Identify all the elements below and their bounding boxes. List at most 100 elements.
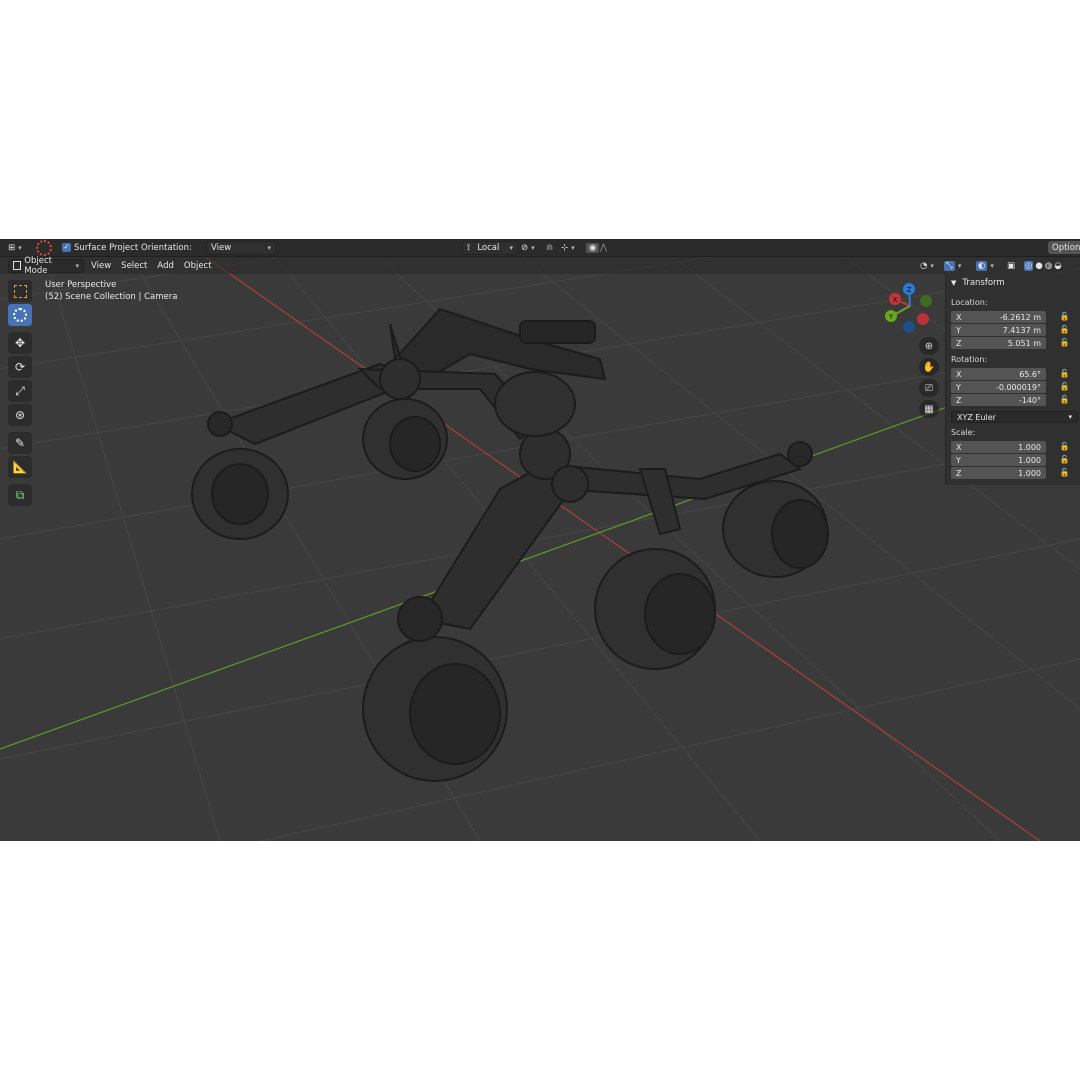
magnet-icon: ⋒ (546, 242, 554, 253)
transform-panel-header[interactable]: ▼ Transform (951, 278, 1005, 288)
menu-add[interactable]: Add (152, 261, 178, 271)
scale-y-field[interactable]: Y 1.000 (951, 454, 1046, 466)
ortho-toggle-button[interactable]: ▦ (919, 400, 939, 418)
zoom-button[interactable]: ⊕ (919, 337, 939, 355)
axis-label: X (956, 369, 962, 379)
camera-view-button[interactable]: ⎚ (919, 379, 939, 397)
material-shading-icon[interactable]: ◍ (1045, 261, 1052, 271)
ruler-icon: 📐 (12, 460, 28, 474)
shading-modes: ◎ ● ◍ ◒ (1024, 258, 1062, 273)
cursor-tool[interactable] (8, 304, 32, 326)
lock-icon[interactable]: 🔓 (1059, 324, 1070, 335)
proportional-edit-toggle[interactable]: ◉ (586, 240, 600, 255)
field-value: -6.2612 m (999, 312, 1041, 322)
chevron-down-icon: ▾ (531, 243, 535, 252)
lock-icon[interactable]: 🔓 (1059, 467, 1070, 478)
transform-tool[interactable]: ⊛ (8, 404, 32, 426)
lock-icon[interactable]: 🔓 (1059, 441, 1070, 452)
chevron-down-icon: ▾ (571, 243, 575, 252)
cursor-tool-icon[interactable] (36, 239, 52, 256)
chevron-down-icon: ▾ (18, 243, 22, 252)
checkbox-icon[interactable]: ✓ (62, 243, 71, 252)
menu-object[interactable]: Object (179, 261, 217, 271)
rotation-z-field[interactable]: Z -140° (951, 394, 1046, 406)
grid-icon: ▦ (924, 403, 934, 415)
orientation-dropdown[interactable]: View ▾ (206, 240, 276, 255)
lock-icon[interactable]: 🔓 (1059, 368, 1070, 379)
snap-toggle[interactable]: ⋒ (546, 240, 553, 255)
viewport-header: Object Mode ▾ View Select Add Object ◔ ▾ ⤡… (0, 255, 1080, 276)
eye-icon: ◔ (920, 260, 928, 271)
measure-tool[interactable]: 📐 (8, 456, 32, 478)
object-mode-icon (13, 261, 22, 270)
xray-toggle[interactable]: ▣ (1007, 258, 1015, 273)
pivot-dropdown[interactable]: ⟟ Local ▾ (462, 240, 518, 255)
rover-model[interactable] (191, 307, 829, 782)
overlay-toggle[interactable]: ◐ ▾ (976, 258, 994, 273)
hand-icon: ✋ (922, 361, 936, 373)
editor-type-button[interactable]: ⊞ ▾ (8, 240, 22, 255)
scale-z-field[interactable]: Z 1.000 (951, 467, 1046, 479)
axis-label: Z (956, 468, 962, 478)
add-cube-icon: ⧉ (15, 487, 25, 502)
gizmo-icon: ⤡ (944, 260, 955, 271)
pivot-value: Local (477, 242, 500, 253)
field-value: 1.000 (1018, 455, 1041, 465)
select-box-tool[interactable] (8, 280, 32, 302)
field-value: 7.4137 m (1002, 325, 1041, 335)
navigation-gizmo[interactable]: X Y Z (885, 283, 932, 333)
rendered-shading-icon[interactable]: ◒ (1054, 261, 1061, 271)
surface-project-toggle[interactable]: ✓ Surface Project (62, 240, 138, 255)
location-x-field[interactable]: X -6.2612 m (951, 311, 1046, 323)
menu-view[interactable]: View (86, 261, 116, 271)
snap-element-button[interactable]: ⊹ ▾ (561, 240, 575, 255)
editor-type-icon: ⊞ (8, 242, 16, 253)
chevron-down-icon: ▾ (509, 243, 513, 252)
gizmo-label-y: Y (888, 313, 894, 321)
lock-icon[interactable]: 🔓 (1059, 311, 1070, 322)
move-tool[interactable]: ✥ (8, 332, 32, 354)
axis-label: X (956, 312, 962, 322)
wireframe-shading-icon[interactable]: ◎ (1024, 260, 1034, 271)
overlay-icon: ◐ (976, 260, 988, 271)
surface-project-label: Surface Project (74, 242, 139, 253)
orientation-value: View (211, 242, 232, 253)
location-z-field[interactable]: Z 5.051 m (951, 337, 1046, 349)
lock-icon[interactable]: 🔓 (1059, 337, 1070, 348)
transform-panel: ▼ Transform Location: X -6.2612 m 🔓 Y 7.41… (945, 273, 1080, 485)
lock-icon[interactable]: 🔓 (1059, 454, 1070, 465)
menu-select[interactable]: Select (116, 261, 152, 271)
rotation-mode-dropdown[interactable]: XYZ Euler ▾ (951, 411, 1078, 423)
snap-target-button[interactable]: ⊘ ▾ (521, 240, 535, 255)
rotation-x-field[interactable]: X 65.6° (951, 368, 1046, 380)
options-button[interactable]: Options (1048, 241, 1080, 254)
scale-label: Scale: (951, 428, 976, 437)
scale-tool[interactable]: ⤢ (8, 380, 32, 402)
annotate-tool[interactable]: ✎ (8, 432, 32, 454)
link-icon: ⊘ (521, 242, 529, 253)
pan-button[interactable]: ✋ (919, 358, 939, 376)
visibility-button[interactable]: ◔ ▾ (920, 258, 934, 273)
add-cube-tool[interactable]: ⧉ (8, 484, 32, 506)
mode-value: Object Mode (24, 255, 52, 276)
rotate-tool[interactable]: ⟳ (8, 356, 32, 378)
field-value: 65.6° (1019, 369, 1041, 379)
axis-label: Z (956, 338, 962, 348)
axis-label: X (956, 442, 962, 452)
lock-icon[interactable]: 🔓 (1059, 381, 1070, 392)
solid-shading-icon[interactable]: ● (1035, 261, 1042, 271)
scale-x-field[interactable]: X 1.000 (951, 441, 1046, 453)
mode-dropdown[interactable]: Object Mode ▾ (8, 255, 84, 276)
location-y-field[interactable]: Y 7.4137 m (951, 324, 1046, 336)
gizmo-toggle[interactable]: ⤡ ▾ (944, 258, 961, 273)
rotation-y-field[interactable]: Y -0.000019° (951, 381, 1046, 393)
view-perspective-label: User Perspective (45, 280, 117, 290)
gizmo-label-x: X (893, 296, 898, 304)
chevron-down-icon: ▾ (957, 261, 962, 270)
falloff-button[interactable]: ⋀ (600, 240, 607, 255)
lock-icon[interactable]: 🔓 (1059, 394, 1070, 405)
viewport-3d[interactable]: X Y Z (0, 239, 1080, 841)
xray-icon: ▣ (1007, 260, 1016, 271)
select-box-icon (13, 284, 27, 298)
axis-label: Z (956, 395, 962, 405)
